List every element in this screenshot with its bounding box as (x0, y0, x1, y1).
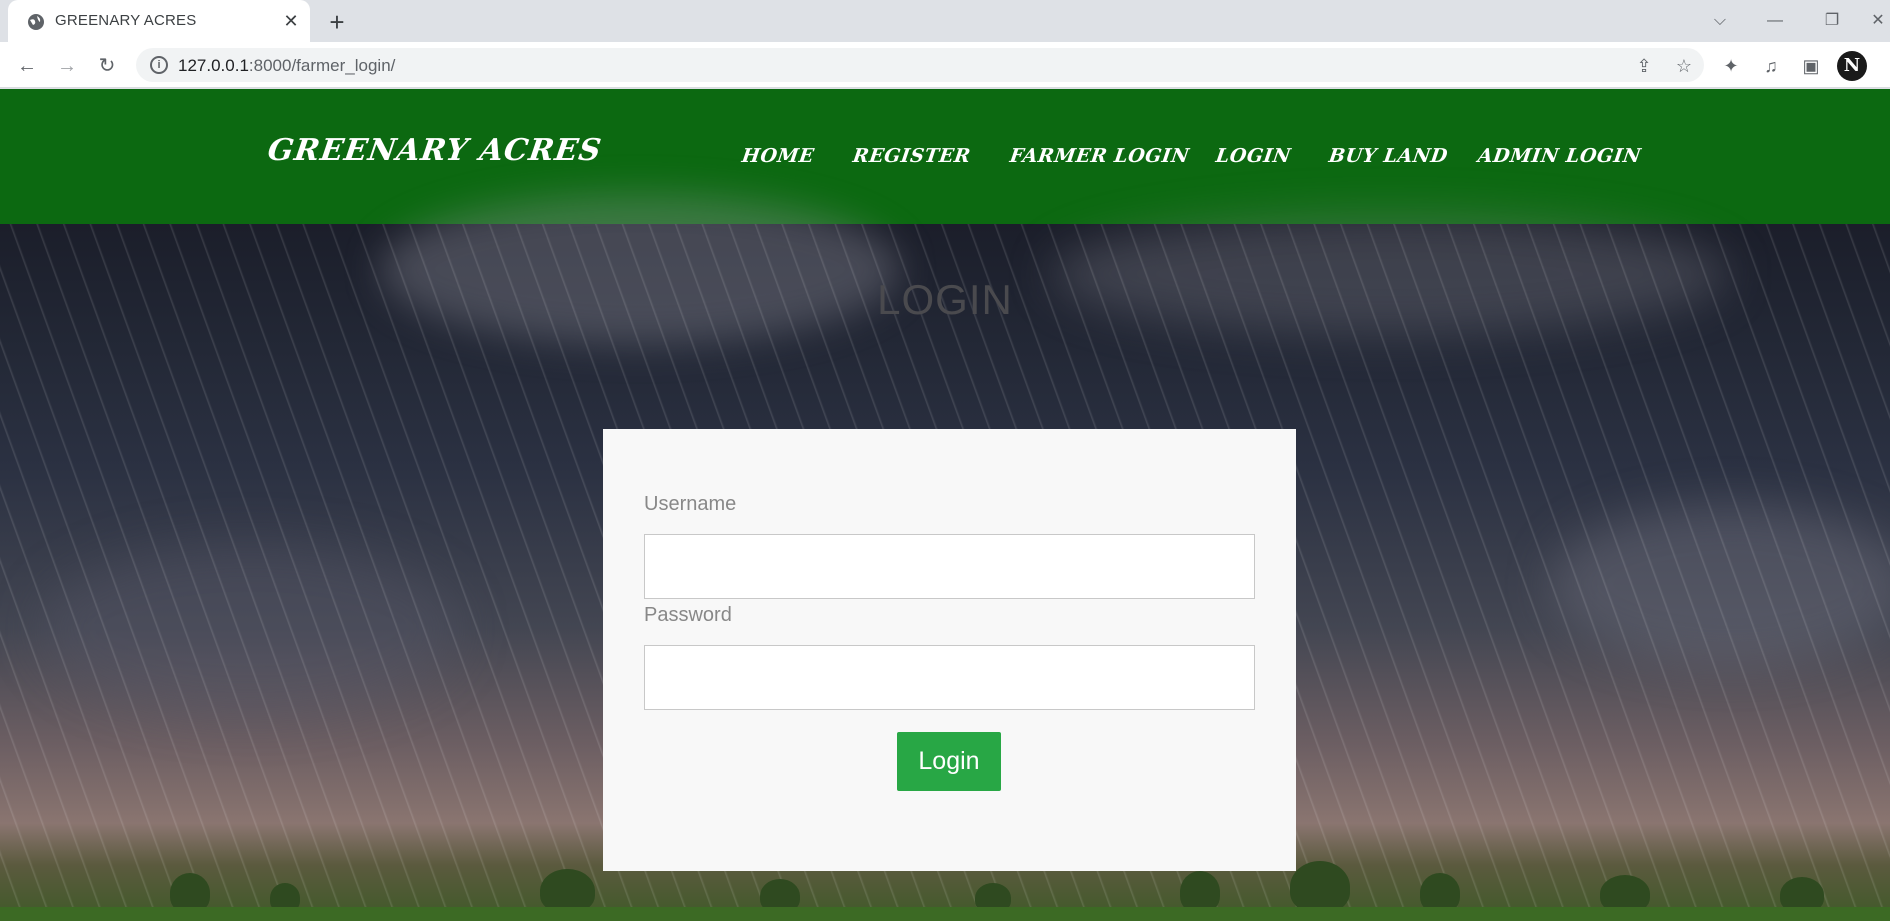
share-icon[interactable]: ⇪ (1632, 54, 1656, 78)
extensions-icon[interactable]: ✦ (1718, 53, 1744, 79)
address-bar[interactable]: i 127.0.0.1:8000/farmer_login/ ⇪ ☆ (136, 48, 1704, 82)
url-text[interactable]: 127.0.0.1:8000/farmer_login/ (178, 56, 395, 76)
username-label: Username (644, 493, 737, 515)
site-info-icon[interactable]: i (150, 56, 168, 74)
forward-button[interactable]: → (52, 51, 82, 81)
login-button[interactable]: Login (897, 732, 1001, 791)
username-input[interactable] (644, 534, 1255, 599)
site-brand[interactable]: GREENARY ACRES (266, 133, 604, 168)
globe-icon (28, 14, 44, 30)
restore-button[interactable]: ❐ (1817, 7, 1847, 35)
nav-buy-land[interactable]: BUY LAND (1327, 145, 1449, 167)
hero-background: LOGIN Username Password Login (0, 194, 1890, 921)
media-control-icon[interactable]: ♫ (1758, 53, 1784, 79)
password-input[interactable] (644, 645, 1255, 710)
reload-button[interactable]: ↻ (92, 51, 122, 81)
new-tab-button[interactable]: + (322, 7, 352, 37)
minimize-button[interactable]: — (1760, 7, 1790, 35)
tab-title: GREENARY ACRES (55, 12, 197, 29)
site-navbar: GREENARY ACRES HOME REGISTER FARMER LOGI… (0, 89, 1890, 224)
nav-home[interactable]: HOME (740, 145, 815, 167)
tab-search-icon[interactable]: ⌵ (1705, 7, 1735, 35)
nav-admin-login[interactable]: ADMIN LOGIN (1476, 145, 1642, 167)
profile-avatar[interactable]: N (1837, 51, 1867, 81)
url-host: 127.0.0.1 (178, 56, 249, 75)
browser-tabstrip: GREENARY ACRES ✕ + ⌵ — ❐ ✕ (0, 0, 1890, 42)
page-title: LOGIN (877, 276, 1013, 323)
nav-farmer-login[interactable]: FARMER LOGIN (1008, 145, 1190, 167)
page-viewport: GREENARY ACRES HOME REGISTER FARMER LOGI… (0, 89, 1890, 921)
nav-register[interactable]: REGISTER (851, 145, 972, 167)
password-label: Password (644, 604, 732, 626)
side-panel-icon[interactable]: ▣ (1798, 53, 1824, 79)
url-path: :8000/farmer_login/ (248, 56, 396, 75)
tree (1290, 861, 1350, 913)
bookmark-star-icon[interactable]: ☆ (1672, 54, 1696, 78)
browser-toolbar: ← → ↻ i 127.0.0.1:8000/farmer_login/ ⇪ ☆… (0, 42, 1890, 88)
browser-tab[interactable]: GREENARY ACRES ✕ (8, 0, 310, 42)
close-tab-icon[interactable]: ✕ (278, 8, 304, 34)
green-field (0, 907, 1890, 921)
back-button[interactable]: ← (12, 51, 42, 81)
login-form-card: Username Password Login (603, 429, 1296, 871)
nav-login[interactable]: LOGIN (1214, 145, 1292, 167)
window-close-button[interactable]: ✕ (1866, 7, 1890, 35)
